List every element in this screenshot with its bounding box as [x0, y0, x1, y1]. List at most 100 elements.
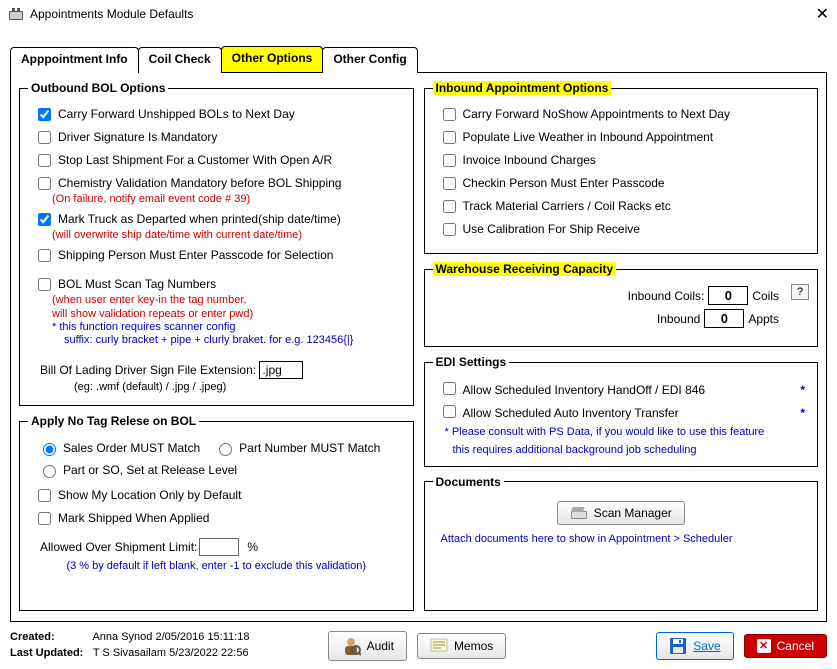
chk-edi-autotrans[interactable]: [443, 405, 456, 418]
note-scan-tag-3: * this function requires scanner config: [52, 321, 405, 334]
note-scan-tag-2: will show validation repeats or enter pw…: [52, 308, 405, 321]
edi-note-2: this requires additional background job …: [453, 443, 810, 457]
lbl-mark-truck: Mark Truck as Departed when printed(ship…: [58, 212, 341, 226]
updated-value: T S Sivasailam 5/23/2022 22:56: [93, 647, 249, 659]
lbl-mark-shipped: Mark Shipped When Applied: [58, 511, 209, 525]
cancel-label: Cancel: [777, 639, 814, 653]
chk-driver-sig[interactable]: [38, 131, 51, 144]
lbl-over-ship-limit: Allowed Over Shipment Limit:: [40, 540, 197, 554]
cancel-button[interactable]: ✕ Cancel: [744, 634, 827, 658]
updated-label: Last Updated:: [10, 646, 90, 661]
lbl-carry-noshow: Carry Forward NoShow Appointments to Nex…: [463, 107, 730, 121]
input-fileext[interactable]: [259, 361, 303, 379]
chk-checkin-passcode[interactable]: [443, 177, 456, 190]
window-icon: [8, 7, 24, 21]
lbl-chem-valid: Chemistry Validation Mandatory before BO…: [58, 176, 341, 190]
lbl-carry-forward-bol: Carry Forward Unshipped BOLs to Next Day: [58, 107, 295, 121]
chk-chem-valid[interactable]: [38, 177, 51, 190]
created-label: Created:: [10, 630, 90, 645]
star-icon: *: [800, 383, 805, 397]
note-chem-valid: (On failure, notify email event code # 3…: [52, 193, 405, 206]
titlebar: Appointments Module Defaults ✕: [0, 0, 837, 28]
memo-icon: [430, 638, 448, 654]
documents-note: Attach documents here to show in Appoint…: [441, 533, 810, 545]
lbl-driver-sig: Driver Signature Is Mandatory: [58, 130, 217, 144]
lbl-ship-passcode: Shipping Person Must Enter Passcode for …: [58, 248, 333, 262]
tab-coil-check[interactable]: Coil Check: [138, 47, 222, 73]
star-icon-2: *: [800, 406, 805, 420]
audit-label: Audit: [367, 639, 394, 653]
audit-button[interactable]: Audit: [328, 631, 407, 661]
lbl-edi-autotrans: Allow Scheduled Auto Inventory Transfer: [463, 406, 679, 420]
chk-calibration[interactable]: [443, 223, 456, 236]
chk-edi-handoff[interactable]: [443, 382, 456, 395]
chk-stop-last-shipment[interactable]: [38, 154, 51, 167]
lbl-track-racks: Track Material Carriers / Coil Racks etc: [463, 199, 671, 213]
radio-part-or-so[interactable]: [43, 465, 56, 478]
no-tag-legend: Apply No Tag Relese on BOL: [28, 414, 199, 428]
tab-other-config[interactable]: Other Config: [322, 47, 417, 73]
lbl-stop-last-shipment: Stop Last Shipment For a Customer With O…: [58, 153, 332, 167]
unit-inbound-appts: Appts: [748, 312, 779, 326]
help-button[interactable]: ?: [791, 284, 809, 300]
documents-fieldset: Documents Scan Manager Attach documents …: [424, 475, 819, 611]
chk-mark-truck[interactable]: [38, 213, 51, 226]
lbl-fileext: Bill Of Lading Driver Sign File Extensio…: [40, 363, 256, 377]
lbl-so-must-match: Sales Order MUST Match: [63, 441, 200, 455]
footer: Created: Anna Synod 2/05/2016 15:11:18 L…: [10, 630, 827, 661]
lbl-checkin-passcode: Checkin Person Must Enter Passcode: [463, 176, 665, 190]
chk-track-racks[interactable]: [443, 200, 456, 213]
memos-button[interactable]: Memos: [417, 633, 506, 659]
audit-icon: [341, 636, 361, 656]
capacity-legend: Warehouse Receiving Capacity: [433, 262, 617, 276]
lbl-part-or-so: Part or SO, Set at Release Level: [63, 463, 237, 477]
cancel-icon: ✕: [757, 639, 771, 653]
lbl-live-weather: Populate Live Weather in Inbound Appoint…: [463, 130, 714, 144]
chk-ship-passcode[interactable]: [38, 249, 51, 262]
scan-manager-button[interactable]: Scan Manager: [557, 501, 685, 525]
outbound-legend: Outbound BOL Options: [28, 81, 168, 95]
radio-part-must-match[interactable]: [219, 443, 232, 456]
lbl-over-ship-unit: %: [247, 540, 258, 554]
tab-appointment-info[interactable]: Apppointment Info: [10, 47, 139, 73]
note-mark-truck: (will overwrite ship date/time with curr…: [52, 229, 405, 242]
tab-row: Apppointment Info Coil Check Other Optio…: [10, 46, 827, 72]
val-inbound-appts[interactable]: 0: [704, 309, 744, 328]
chk-carry-forward-bol[interactable]: [38, 108, 51, 121]
created-value: Anna Synod 2/05/2016 15:11:18: [92, 631, 249, 643]
lbl-show-my-location: Show My Location Only by Default: [58, 488, 241, 502]
chk-show-my-location[interactable]: [38, 489, 51, 502]
no-tag-fieldset: Apply No Tag Relese on BOL Sales Order M…: [19, 414, 414, 611]
edi-note-1: * Please consult with PS Data, if you wo…: [445, 425, 810, 439]
capacity-fieldset: Warehouse Receiving Capacity ? Inbound C…: [424, 262, 819, 347]
scanner-icon: [570, 506, 588, 520]
input-over-ship-limit[interactable]: [199, 538, 239, 556]
tab-panel: Outbound BOL Options Carry Forward Unshi…: [10, 72, 827, 622]
memos-label: Memos: [454, 639, 493, 653]
lbl-invoice-inbound: Invoice Inbound Charges: [463, 153, 596, 167]
edi-legend: EDI Settings: [433, 355, 510, 369]
chk-carry-noshow[interactable]: [443, 108, 456, 121]
lbl-inbound-appts: Inbound: [657, 312, 700, 326]
lbl-edi-handoff: Allow Scheduled Inventory HandOff / EDI …: [463, 383, 706, 397]
note-over-ship: (3 % by default if left blank, enter -1 …: [28, 560, 405, 572]
scan-manager-label: Scan Manager: [594, 506, 672, 520]
lbl-calibration: Use Calibration For Ship Receive: [463, 222, 640, 236]
chk-scan-tag[interactable]: [38, 278, 51, 291]
eg-fileext: (eg: .wmf (default) / .jpg / .jpeg): [74, 381, 405, 393]
chk-mark-shipped[interactable]: [38, 512, 51, 525]
radio-so-must-match[interactable]: [43, 443, 56, 456]
chk-live-weather[interactable]: [443, 131, 456, 144]
val-inbound-coils[interactable]: 0: [708, 286, 748, 305]
tab-other-options[interactable]: Other Options: [221, 46, 324, 72]
unit-inbound-coils: Coils: [752, 289, 779, 303]
chk-invoice-inbound[interactable]: [443, 154, 456, 167]
outbound-bol-fieldset: Outbound BOL Options Carry Forward Unshi…: [19, 81, 414, 406]
documents-legend: Documents: [433, 475, 504, 489]
save-button[interactable]: Save: [656, 632, 733, 660]
save-label: Save: [693, 639, 720, 653]
close-icon[interactable]: ✕: [816, 4, 829, 24]
footer-meta: Created: Anna Synod 2/05/2016 15:11:18 L…: [10, 630, 249, 661]
window-title: Appointments Module Defaults: [30, 7, 193, 21]
inbound-appt-fieldset: Inbound Appointment Options Carry Forwar…: [424, 81, 819, 254]
